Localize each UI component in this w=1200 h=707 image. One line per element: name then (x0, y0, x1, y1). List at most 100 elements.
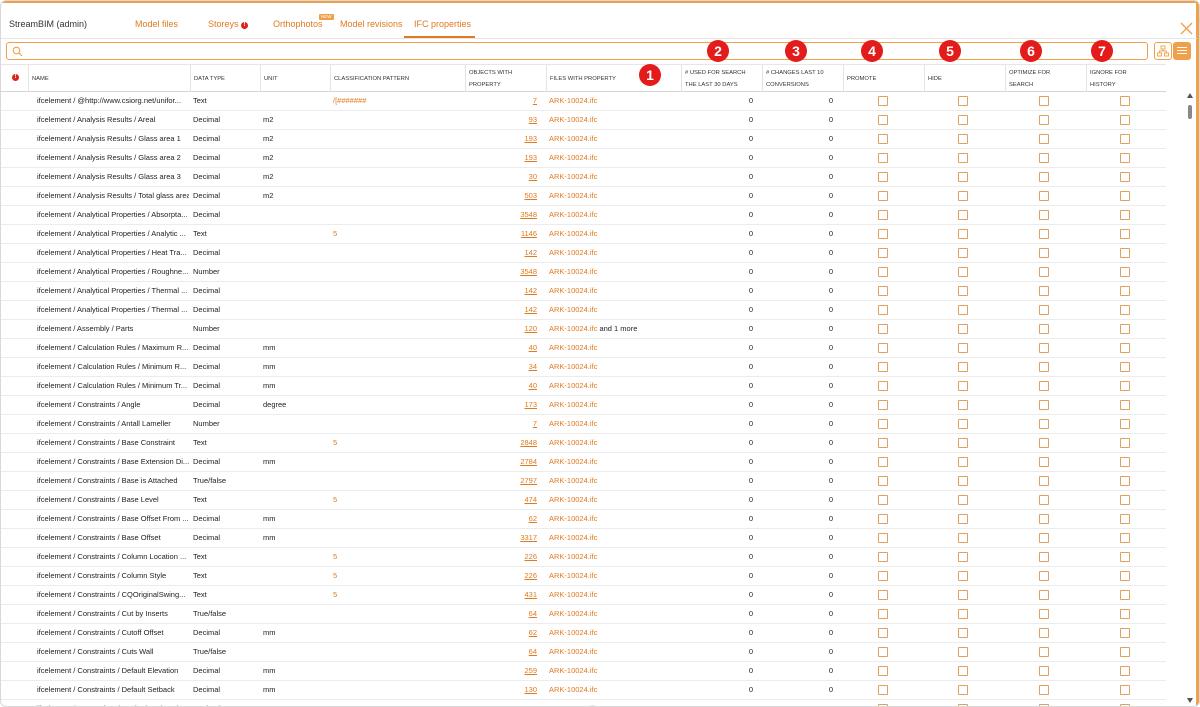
table-row[interactable]: ifcelement / Constraints / Cuts Wall True… (1, 643, 1166, 662)
scroll-thumb[interactable] (1188, 105, 1192, 119)
hide-checkbox[interactable] (958, 267, 968, 277)
table-row[interactable]: ifcelement / Constraints / Column Locati… (1, 548, 1166, 567)
ignore-history-checkbox[interactable] (1120, 248, 1130, 258)
optimize-checkbox[interactable] (1039, 438, 1049, 448)
optimize-checkbox[interactable] (1039, 666, 1049, 676)
promote-checkbox[interactable] (878, 362, 888, 372)
table-row[interactable]: ifcelement / Analysis Results / Glass ar… (1, 168, 1166, 187)
table-row[interactable]: ifcelement / Analytical Properties / Rou… (1, 263, 1166, 282)
objects-count-link[interactable]: 7 (465, 92, 537, 110)
optimize-checkbox[interactable] (1039, 571, 1049, 581)
objects-count-link[interactable]: 3317 (465, 529, 537, 547)
promote-checkbox[interactable] (878, 419, 888, 429)
table-row[interactable]: ifcelement / Constraints / Cutoff Offset… (1, 624, 1166, 643)
table-row[interactable]: ifcelement / Constraints / Base Offset F… (1, 510, 1166, 529)
optimize-checkbox[interactable] (1039, 96, 1049, 106)
hide-checkbox[interactable] (958, 343, 968, 353)
close-icon[interactable] (1180, 22, 1193, 35)
file-link[interactable]: ARK-10024.ifc (549, 514, 597, 523)
optimize-checkbox[interactable] (1039, 533, 1049, 543)
optimize-checkbox[interactable] (1039, 495, 1049, 505)
promote-checkbox[interactable] (878, 457, 888, 467)
file-link[interactable]: ARK-10024.ifc (549, 172, 597, 181)
objects-count-link[interactable]: 503 (465, 187, 537, 205)
hide-checkbox[interactable] (958, 115, 968, 125)
th-changes-last-conversions[interactable]: # CHANGES LAST 10 CONVERSIONS (762, 65, 843, 92)
file-link[interactable]: ARK-10024.ifc (549, 647, 597, 656)
promote-checkbox[interactable] (878, 96, 888, 106)
optimize-checkbox[interactable] (1039, 552, 1049, 562)
classification-pattern[interactable] (333, 206, 461, 224)
classification-pattern[interactable] (333, 282, 461, 300)
classification-pattern[interactable] (333, 111, 461, 129)
optimize-checkbox[interactable] (1039, 153, 1049, 163)
file-link[interactable]: ARK-10024.ifc (549, 191, 597, 200)
scroll-down-icon[interactable] (1187, 698, 1193, 703)
hide-checkbox[interactable] (958, 514, 968, 524)
classification-pattern[interactable]: 5 (333, 548, 461, 566)
objects-count-link[interactable]: 130 (465, 681, 537, 699)
table-row[interactable]: ifcelement / Constraints / Angle Decimal d… (1, 396, 1166, 415)
table-row[interactable]: ifcelement / Constraints / Cut by Insert… (1, 605, 1166, 624)
file-link[interactable]: ARK-10024.ifc (549, 381, 597, 390)
file-link[interactable]: ARK-10024.ifc (549, 438, 597, 447)
ignore-history-checkbox[interactable] (1120, 628, 1130, 638)
ignore-history-checkbox[interactable] (1120, 115, 1130, 125)
hide-checkbox[interactable] (958, 552, 968, 562)
table-row[interactable]: ifcelement / Constraints / Antall Lamell… (1, 415, 1166, 434)
table-row[interactable]: ifcelement / Calculation Rules / Minimum… (1, 358, 1166, 377)
ignore-history-checkbox[interactable] (1120, 552, 1130, 562)
file-link[interactable]: ARK-10024.ifc (549, 628, 597, 637)
objects-count-link[interactable]: 64 (465, 605, 537, 623)
table-row[interactable]: ifcelement / Analysis Results / Glass ar… (1, 130, 1166, 149)
hide-checkbox[interactable] (958, 305, 968, 315)
table-row[interactable]: ifcelement / Analytical Properties / The… (1, 282, 1166, 301)
objects-count-link[interactable]: 40 (465, 339, 537, 357)
classification-pattern[interactable] (333, 339, 461, 357)
classification-pattern[interactable] (333, 643, 461, 661)
hide-checkbox[interactable] (958, 381, 968, 391)
file-link[interactable]: ARK-10024.ifc (549, 134, 597, 143)
ignore-history-checkbox[interactable] (1120, 343, 1130, 353)
optimize-checkbox[interactable] (1039, 229, 1049, 239)
objects-count-link[interactable]: 30 (465, 168, 537, 186)
ignore-history-checkbox[interactable] (1120, 96, 1130, 106)
classification-pattern[interactable] (333, 472, 461, 490)
th-name[interactable]: NAME (28, 65, 190, 92)
file-link[interactable]: ARK-10024.ifc (549, 400, 597, 409)
file-link[interactable]: ARK-10024.ifc (549, 495, 597, 504)
ignore-history-checkbox[interactable] (1120, 210, 1130, 220)
table-row[interactable]: ifcelement / Analytical Properties / Ana… (1, 225, 1166, 244)
hide-checkbox[interactable] (958, 590, 968, 600)
classification-pattern[interactable] (333, 510, 461, 528)
classification-pattern[interactable] (333, 396, 461, 414)
promote-checkbox[interactable] (878, 115, 888, 125)
objects-count-link[interactable]: 3548 (465, 263, 537, 281)
ignore-history-checkbox[interactable] (1120, 438, 1130, 448)
table-row[interactable]: ifcelement / Assembly / Parts Number 120 AR… (1, 320, 1166, 339)
promote-checkbox[interactable] (878, 628, 888, 638)
hide-checkbox[interactable] (958, 286, 968, 296)
hide-checkbox[interactable] (958, 96, 968, 106)
table-row[interactable]: ifcelement / Analytical Properties / Abs… (1, 206, 1166, 225)
classification-pattern[interactable]: /[####### (333, 92, 461, 110)
scroll-up-icon[interactable] (1187, 93, 1193, 98)
hide-checkbox[interactable] (958, 134, 968, 144)
file-link[interactable]: ARK-10024.ifc (549, 286, 597, 295)
classification-pattern[interactable] (333, 301, 461, 319)
file-link[interactable]: ARK-10024.ifc (549, 248, 597, 257)
file-link[interactable]: ARK-10024.ifc (549, 571, 597, 580)
th-data-type[interactable]: DATA TYPE (190, 65, 260, 92)
classification-pattern[interactable] (333, 320, 461, 338)
ignore-history-checkbox[interactable] (1120, 419, 1130, 429)
objects-count-link[interactable]: 173 (465, 396, 537, 414)
ignore-history-checkbox[interactable] (1120, 400, 1130, 410)
ignore-history-checkbox[interactable] (1120, 191, 1130, 201)
hide-checkbox[interactable] (958, 647, 968, 657)
objects-count-link[interactable]: 62 (465, 510, 537, 528)
th-promote[interactable]: PROMOTE (843, 65, 924, 92)
table-row[interactable]: ifcelement / Constraints / Base Constrai… (1, 434, 1166, 453)
classification-pattern[interactable]: 5 (333, 567, 461, 585)
hide-checkbox[interactable] (958, 229, 968, 239)
hide-checkbox[interactable] (958, 248, 968, 258)
